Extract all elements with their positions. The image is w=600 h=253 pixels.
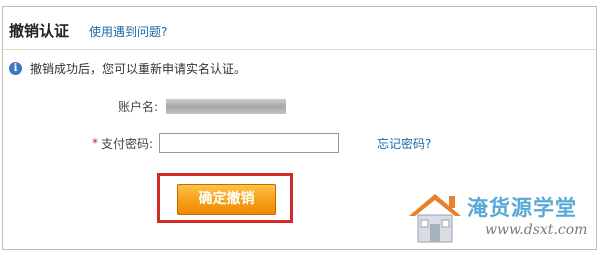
site-watermark: 淹货源学堂 www.dsxt.com	[405, 188, 595, 246]
watermark-text: 淹货源学堂	[467, 195, 577, 220]
required-mark: *	[92, 136, 98, 150]
masked-account-name	[166, 99, 287, 114]
info-icon: i	[9, 61, 22, 75]
confirm-revoke-button[interactable]: 确定撤销	[177, 184, 276, 215]
watermark-url: www.dsxt.com	[485, 222, 588, 238]
account-row: 账户名:	[118, 98, 287, 115]
account-label: 账户名:	[118, 100, 159, 114]
password-label: 支付密码:	[101, 136, 154, 151]
success-notice: i 撤销成功后，您可以重新申请实名认证。	[9, 59, 246, 77]
page-title: 撤销认证	[9, 22, 70, 40]
password-row: * 支付密码:	[92, 132, 340, 154]
help-link[interactable]: 使用遇到问题?	[89, 23, 167, 40]
forgot-password-link[interactable]: 忘记密码?	[377, 135, 431, 152]
panel-header: 撤销认证 使用遇到问题?	[3, 7, 596, 50]
payment-password-input[interactable]	[159, 133, 340, 153]
house-logo-icon	[409, 194, 461, 243]
notice-text: 撤销成功后，您可以重新申请实名认证。	[30, 61, 247, 76]
